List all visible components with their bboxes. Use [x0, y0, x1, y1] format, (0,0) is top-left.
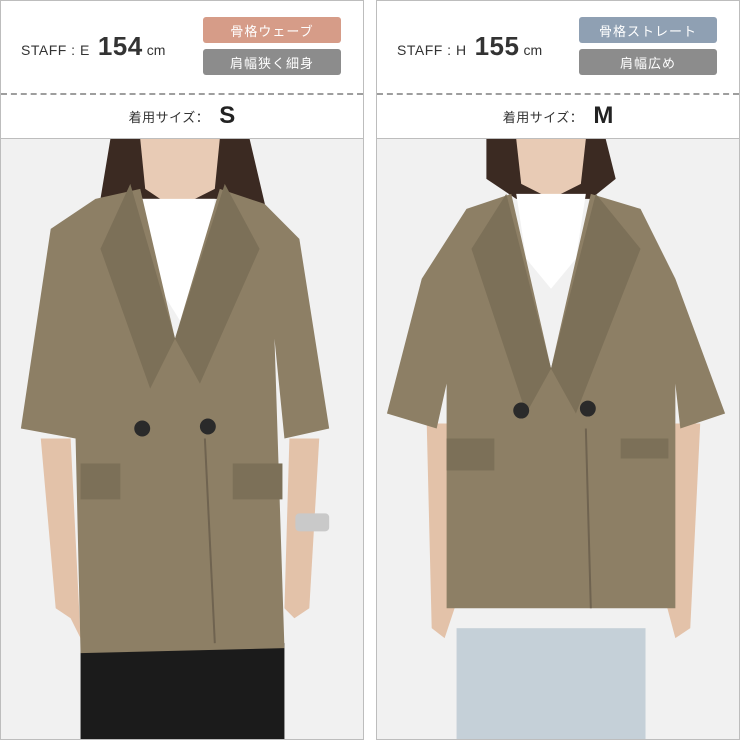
- body-type-tags: 骨格ウェーブ 肩幅狭く細身: [203, 17, 341, 75]
- worn-size-row: 着用サイズ： S: [1, 95, 363, 137]
- tag-shoulder-type: 肩幅広め: [579, 49, 717, 75]
- model-wearing-jacket-image: [377, 139, 739, 739]
- model-wearing-jacket-image: [1, 139, 363, 739]
- tag-shoulder-type: 肩幅狭く細身: [203, 49, 341, 75]
- model-photo: [1, 138, 363, 739]
- tag-skeleton-type: 骨格ストレート: [579, 17, 717, 43]
- staff-panel-h: STAFF : H 155 cm 骨格ストレート 肩幅広め 着用サイズ： M: [376, 0, 740, 740]
- tag-skeleton-type: 骨格ウェーブ: [203, 17, 341, 43]
- worn-size-value: S: [219, 102, 236, 129]
- worn-size-label: 着用サイズ：: [128, 109, 210, 125]
- staff-info: STAFF : H 155 cm: [397, 31, 542, 65]
- staff-info: STAFF : E 154 cm: [21, 31, 165, 65]
- staff-label: STAFF : E: [21, 42, 90, 58]
- worn-size-row: 着用サイズ： M: [377, 95, 739, 137]
- staff-panel-e: STAFF : E 154 cm 骨格ウェーブ 肩幅狭く細身 着用サイズ： S: [0, 0, 364, 740]
- worn-size-label: 着用サイズ：: [502, 109, 584, 125]
- worn-size-value: M: [593, 102, 614, 129]
- panel-header: STAFF : H 155 cm 骨格ストレート 肩幅広め: [377, 1, 739, 93]
- staff-height-value: 154: [97, 31, 143, 61]
- panel-header: STAFF : E 154 cm 骨格ウェーブ 肩幅狭く細身: [1, 1, 363, 93]
- staff-label: STAFF : H: [397, 42, 467, 58]
- staff-height-value: 155: [474, 31, 520, 61]
- model-photo: [377, 138, 739, 739]
- staff-height-unit: cm: [146, 42, 166, 58]
- body-type-tags: 骨格ストレート 肩幅広め: [579, 17, 717, 75]
- staff-height-unit: cm: [523, 42, 543, 58]
